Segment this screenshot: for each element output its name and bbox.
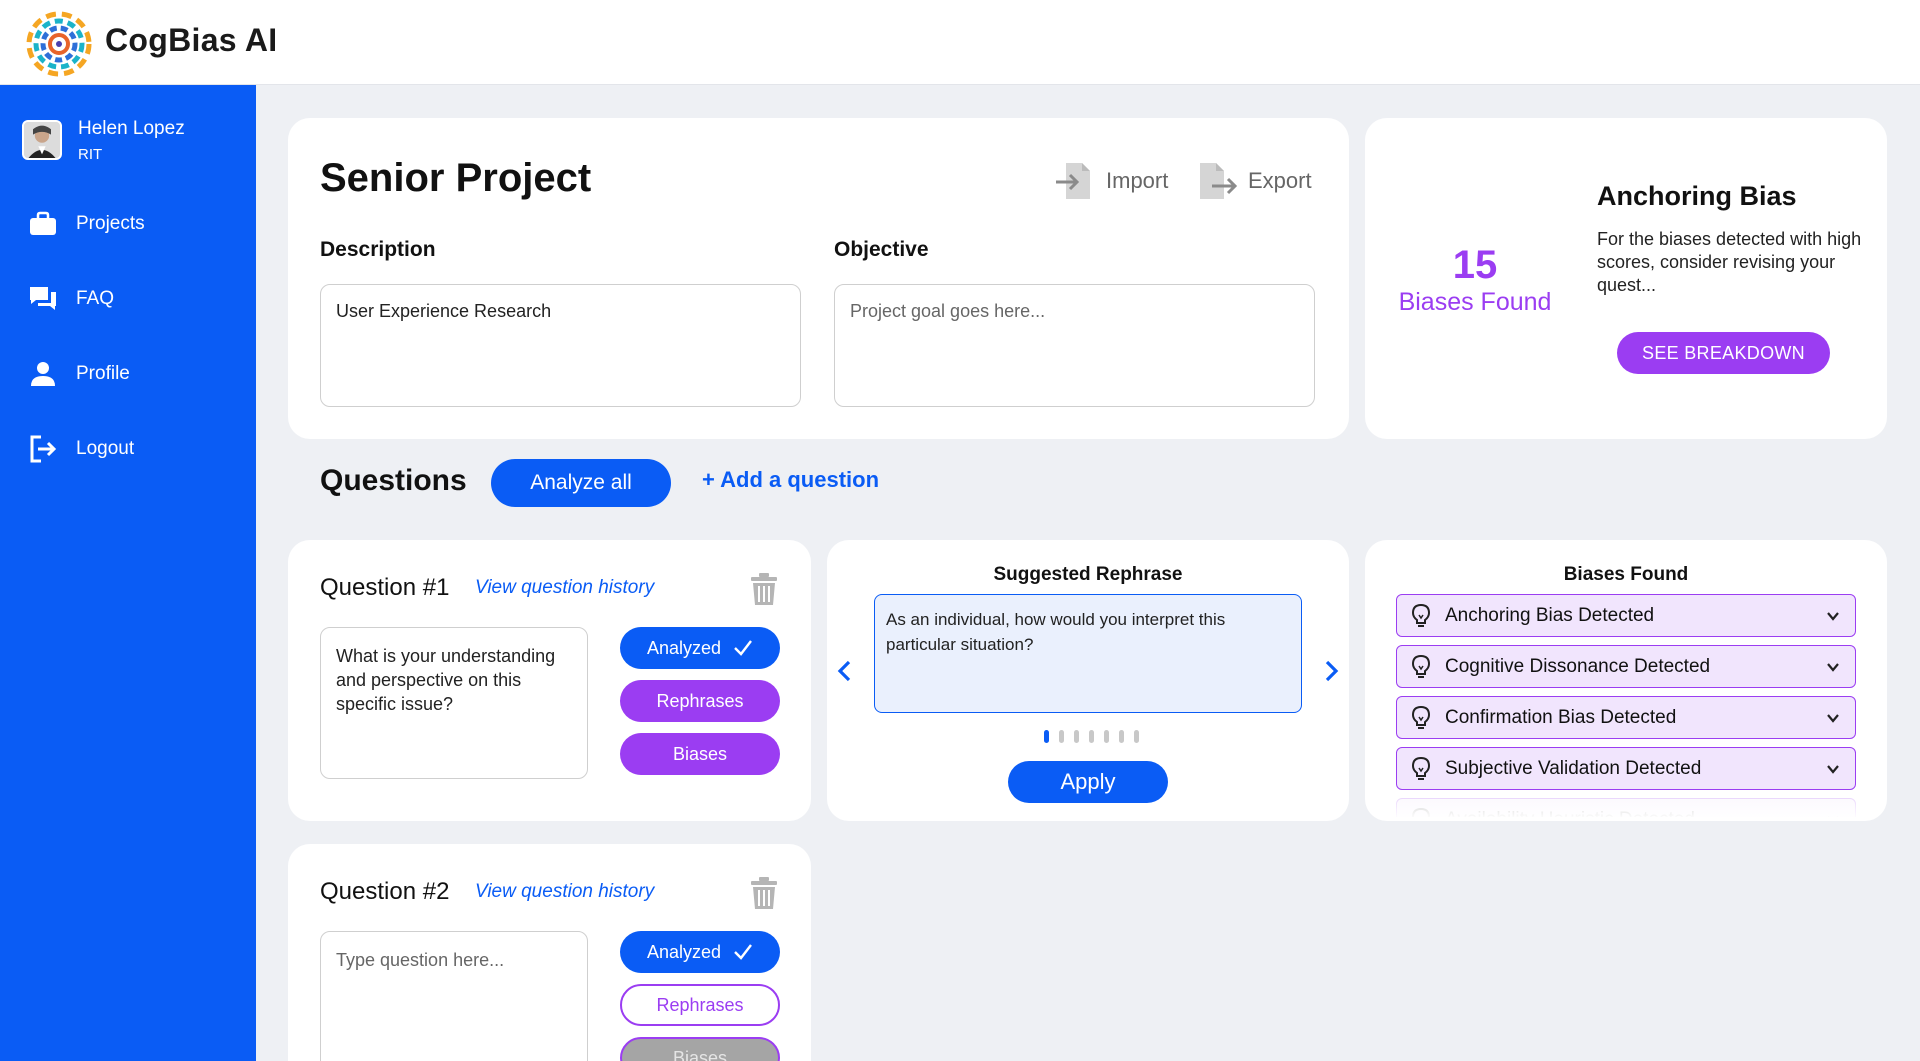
question-card: Question #1 View question history Analyz… (288, 540, 811, 821)
bias-item[interactable]: Subjective Validation Detected (1396, 747, 1856, 790)
nav-profile[interactable]: Profile (28, 357, 130, 391)
import-label: Import (1106, 168, 1169, 193)
bias-summary-card: 15 Biases Found Anchoring Bias For the b… (1365, 118, 1887, 439)
suggested-rephrase-card: Suggested Rephrase As an individual, how… (827, 540, 1349, 821)
person-icon (31, 362, 55, 386)
objective-label: Objective (834, 238, 929, 261)
chevron-down-icon (1827, 611, 1839, 621)
lightbulb-icon (1411, 654, 1431, 678)
logout-icon (30, 435, 57, 463)
avatar (22, 120, 62, 160)
pagination-dot[interactable] (1119, 730, 1124, 743)
bias-item[interactable]: Anchoring Bias Detected (1396, 594, 1856, 637)
top-bar: CogBias AI (0, 0, 1920, 85)
biases-found-card: Biases Found Anchoring Bias Detected Cogn… (1365, 540, 1887, 821)
pagination-dot[interactable] (1104, 730, 1109, 743)
suggested-rephrase-heading: Suggested Rephrase (993, 564, 1183, 585)
biases-button[interactable]: Biases (620, 1037, 780, 1061)
question-text[interactable] (320, 627, 588, 779)
pagination-dot[interactable] (1074, 730, 1079, 743)
biases-button[interactable]: Biases (620, 733, 780, 775)
chevron-down-icon (1827, 815, 1839, 817)
chevron-down-icon (1827, 662, 1839, 672)
rephrases-button[interactable]: Rephrases (620, 680, 780, 722)
nav-label: Profile (76, 363, 130, 384)
biases-found-heading: Biases Found (1563, 564, 1689, 585)
project-title: Senior Project (320, 156, 592, 200)
questions-heading: Questions (320, 464, 467, 497)
bias-item-label: Cognitive Dissonance Detected (1445, 655, 1711, 677)
lightbulb-icon (1411, 603, 1431, 627)
question-title: Question #2 (320, 878, 450, 905)
import-button[interactable]: Import (1054, 160, 1168, 202)
pagination-dot[interactable] (1134, 730, 1139, 743)
analyzed-button[interactable]: Analyzed (620, 627, 780, 669)
bias-count: 15 (1452, 243, 1498, 287)
rephrases-button[interactable]: Rephrases (620, 984, 780, 1026)
apply-button[interactable]: Apply (1008, 761, 1168, 803)
rephrase-text: As an individual, how would you interpre… (874, 594, 1302, 713)
chevron-right-icon[interactable] (1320, 658, 1342, 684)
project-card: Senior Project Import Export Description… (288, 118, 1349, 439)
bias-item-label: Anchoring Bias Detected (1445, 604, 1655, 626)
analyzed-button[interactable]: Analyzed (620, 931, 780, 973)
trash-icon[interactable] (748, 876, 780, 910)
lightbulb-icon (1411, 705, 1431, 729)
add-question-link[interactable]: + Add a question (702, 467, 879, 493)
analyzed-label: Analyzed (646, 941, 722, 962)
description-label: Description (320, 238, 436, 261)
pagination-dot[interactable] (1059, 730, 1064, 743)
nav-label: FAQ (76, 288, 115, 309)
export-icon (1200, 163, 1238, 199)
question-text[interactable] (320, 931, 588, 1061)
export-label: Export (1248, 168, 1312, 193)
analyzed-label: Analyzed (646, 637, 722, 658)
question-title: Question #1 (320, 574, 450, 601)
bias-item-label: Availability Heuristic Detected (1445, 809, 1825, 818)
check-icon (734, 944, 752, 960)
question-card: Question #2 View question history Analyz… (288, 844, 811, 1061)
description-field[interactable] (320, 284, 801, 407)
pagination-dot[interactable] (1044, 730, 1049, 743)
briefcase-icon (30, 211, 56, 235)
check-icon (734, 640, 752, 656)
bias-summary-description: For the biases detected with high scores… (1597, 229, 1862, 295)
app-title: CogBias AI (105, 22, 278, 58)
bias-item-label: Subjective Validation Detected (1445, 757, 1702, 779)
bias-item-label: Confirmation Bias Detected (1445, 706, 1677, 728)
pagination-dot[interactable] (1089, 730, 1094, 743)
user-org: RIT (78, 146, 103, 163)
bias-item[interactable]: Confirmation Bias Detected (1396, 696, 1856, 739)
objective-field[interactable] (834, 284, 1315, 407)
lightbulb-icon (1411, 756, 1431, 780)
nav-label: Logout (76, 438, 135, 459)
view-history-link[interactable]: View question history (475, 881, 654, 903)
biases-list: Anchoring Bias Detected Cognitive Dissona… (1396, 594, 1856, 817)
chat-icon (30, 287, 56, 310)
pagination-dots[interactable] (1044, 730, 1139, 743)
nav-logout[interactable]: Logout (28, 432, 134, 466)
chevron-left-icon[interactable] (834, 658, 856, 684)
nav-projects[interactable]: Projects (28, 207, 145, 241)
nav-faq[interactable]: FAQ (28, 282, 114, 316)
lightbulb-icon (1411, 807, 1431, 817)
see-breakdown-button[interactable]: SEE BREAKDOWN (1617, 332, 1830, 374)
view-history-link[interactable]: View question history (475, 577, 654, 599)
bias-count-label: Biases Found (1398, 288, 1552, 316)
nav-label: Projects (76, 213, 145, 234)
bias-item[interactable]: Cognitive Dissonance Detected (1396, 645, 1856, 688)
import-icon (1056, 163, 1090, 199)
user-name: Helen Lopez (78, 118, 185, 139)
bias-item[interactable]: Availability Heuristic Detected (1396, 798, 1856, 817)
brain-logo-icon (26, 11, 92, 77)
chevron-down-icon (1827, 764, 1839, 774)
trash-icon[interactable] (748, 572, 780, 606)
chevron-down-icon (1827, 713, 1839, 723)
export-button[interactable]: Export (1196, 160, 1312, 202)
analyze-all-button[interactable]: Analyze all (491, 459, 671, 507)
sidebar: Helen Lopez RIT Projects FAQ Profile Log… (0, 85, 256, 1061)
bias-summary-title: Anchoring Bias (1597, 181, 1797, 211)
